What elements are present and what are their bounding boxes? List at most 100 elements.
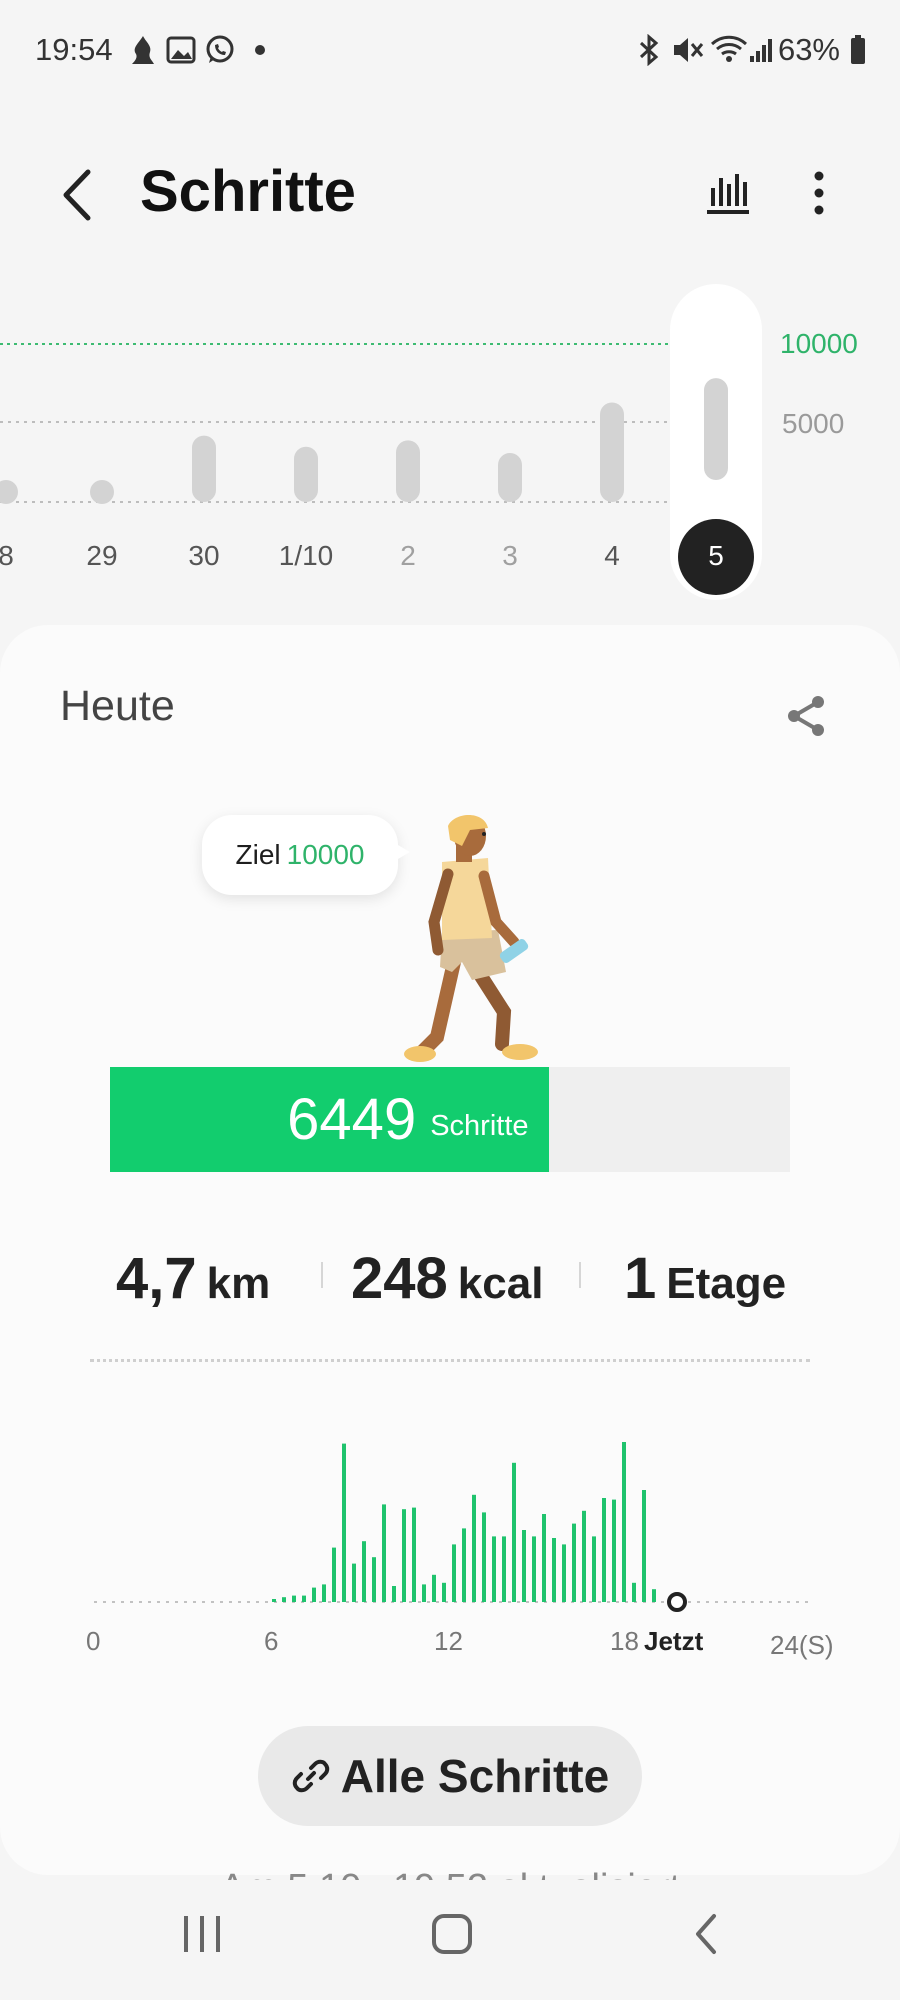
navigation-bar: [0, 1880, 900, 2000]
selected-day-label[interactable]: 5: [676, 540, 756, 572]
distance-value: 4,7: [116, 1246, 197, 1311]
hourly-bar: [632, 1582, 636, 1602]
hourly-bar: [382, 1504, 386, 1602]
hourly-bar: [442, 1582, 446, 1602]
week-bar[interactable]: [0, 480, 18, 504]
signal-icon: [750, 39, 772, 62]
hourly-bar: [362, 1541, 366, 1602]
hour-tick-now: Jetzt: [644, 1626, 704, 1656]
hourly-bar: [622, 1442, 626, 1602]
now-marker: [667, 1592, 687, 1612]
battery-percentage: 63%: [777, 32, 840, 67]
goal-prefix: Ziel: [235, 839, 281, 870]
share-icon[interactable]: [782, 692, 830, 740]
hourly-bar: [392, 1586, 396, 1602]
status-time: 19:54: [35, 32, 113, 67]
hourly-bar: [372, 1557, 376, 1602]
goal-value: 10000: [286, 839, 365, 870]
wifi-icon: [710, 35, 748, 62]
hour-tick-0: 0: [86, 1626, 101, 1656]
recents-icon[interactable]: [180, 1914, 224, 1954]
all-steps-button[interactable]: Alle Schritte: [258, 1726, 642, 1826]
steps-unit: Schritte: [430, 1110, 529, 1142]
hourly-bar: [462, 1528, 466, 1602]
hourly-bar: [552, 1538, 556, 1602]
week-day-label[interactable]: 3: [470, 540, 550, 572]
hourly-bar: [502, 1536, 506, 1602]
steps-progress-fill: 6449 Schritte: [110, 1067, 549, 1172]
hourly-bar: [292, 1595, 296, 1602]
hourly-bar: [332, 1547, 336, 1602]
week-day-label[interactable]: 1/10: [266, 540, 346, 572]
week-bar[interactable]: [90, 480, 114, 504]
week-day-label[interactable]: 29: [62, 540, 142, 572]
card-title: Heute: [60, 682, 175, 730]
hourly-bar: [322, 1584, 326, 1602]
updated-text-label: Am 5.10., 19:52 aktualisiert: [0, 1862, 900, 1880]
week-day-label[interactable]: 8: [0, 540, 46, 572]
week-bar[interactable]: [192, 435, 216, 502]
gallery-icon: [166, 36, 196, 64]
hourly-bar: [582, 1510, 586, 1602]
hourly-bar: [482, 1512, 486, 1602]
hourly-bar: [272, 1599, 276, 1602]
bluetooth-icon: [639, 34, 659, 66]
hourly-bar: [602, 1498, 606, 1602]
hourly-bar: [492, 1536, 496, 1602]
week-bar[interactable]: [704, 378, 728, 480]
bar-chart-icon[interactable]: [705, 170, 751, 216]
all-steps-label: Alle Schritte: [340, 1750, 610, 1802]
whatsapp-icon: [206, 35, 234, 63]
week-day-label[interactable]: 4: [572, 540, 652, 572]
steps-count: 6449: [287, 1087, 417, 1152]
floors-stat: 1 Etage: [624, 1245, 786, 1312]
hourly-bar: [312, 1587, 316, 1602]
steps-progress-bar: 6449 Schritte: [110, 1067, 790, 1172]
hourly-bar: [432, 1574, 436, 1602]
floors-value: 1: [624, 1246, 657, 1311]
week-day-label[interactable]: 2: [368, 540, 448, 572]
stat-divider: [321, 1262, 323, 1288]
mute-icon: [674, 38, 704, 62]
hourly-bar: [402, 1509, 406, 1602]
hourly-bar: [562, 1544, 566, 1602]
hourly-bar: [472, 1494, 476, 1602]
week-day-label[interactable]: 30: [164, 540, 244, 572]
hourly-bar: [352, 1563, 356, 1602]
hourly-bar: [542, 1514, 546, 1602]
dotted-divider: [90, 1359, 810, 1362]
week-bar[interactable]: [600, 402, 624, 502]
walking-person-illustration: [404, 815, 538, 1062]
hourly-bar: [572, 1523, 576, 1602]
week-bar[interactable]: [294, 446, 318, 502]
updated-text: Am 5.10., 19:52 aktualisiert: [0, 1862, 900, 1880]
goal-axis-label: 10000: [780, 328, 858, 359]
calories-unit: kcal: [457, 1259, 544, 1308]
hourly-bar: [452, 1544, 456, 1602]
page-title: Schritte: [140, 159, 356, 224]
home-icon[interactable]: [430, 1912, 474, 1956]
hour-tick-18: 18: [610, 1626, 639, 1656]
hourly-bar: [612, 1499, 616, 1602]
battery-icon: [851, 35, 865, 64]
hourly-bar: [512, 1462, 516, 1602]
goal-bubble: Ziel 10000: [202, 815, 398, 895]
mid-axis-label: 5000: [782, 408, 845, 439]
week-bar[interactable]: [396, 440, 420, 502]
notification-icon: [132, 36, 154, 64]
back-nav-icon[interactable]: [690, 1912, 720, 1956]
more-vert-icon[interactable]: [804, 170, 834, 216]
hourly-bar: [532, 1536, 536, 1602]
hourly-bar: [302, 1595, 306, 1602]
week-bar[interactable]: [498, 453, 522, 502]
hourly-bar: [642, 1490, 646, 1602]
hourly-bar: [282, 1597, 286, 1602]
hourly-bar: [652, 1589, 656, 1602]
dot-icon: [255, 45, 265, 55]
hour-tick-12: 12: [434, 1626, 463, 1656]
stat-divider: [579, 1262, 581, 1288]
calories-value: 248: [351, 1246, 448, 1311]
distance-stat: 4,7 km: [116, 1245, 270, 1312]
chevron-left-icon[interactable]: [58, 168, 94, 222]
hour-tick-6: 6: [264, 1626, 279, 1656]
